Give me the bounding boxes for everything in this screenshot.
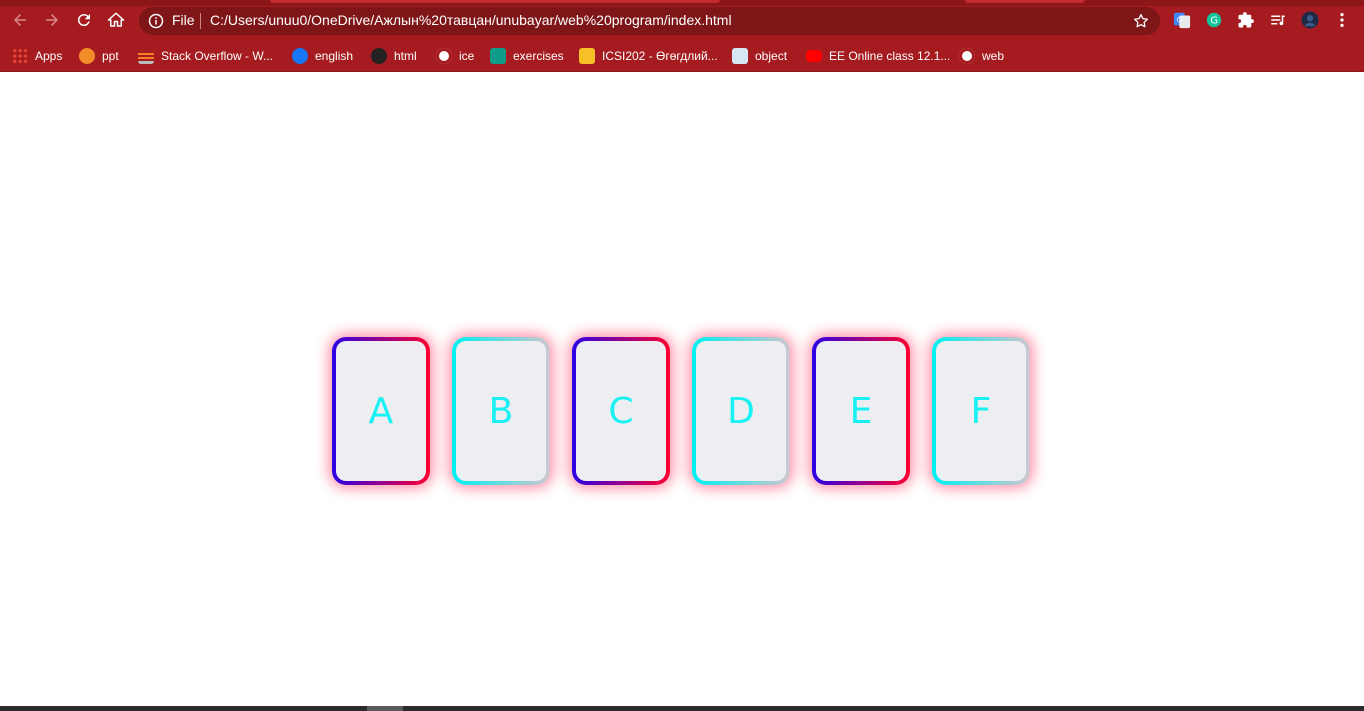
taskbar-item[interactable] xyxy=(367,706,403,711)
ppt-icon xyxy=(79,48,95,64)
bookmark-icsi202[interactable]: ICSI202 - Өгөгдлий... xyxy=(579,45,718,67)
card-letter: E xyxy=(849,390,873,432)
card-e[interactable]: E xyxy=(812,337,910,485)
arrow-left-icon xyxy=(14,14,26,26)
bookmark-html[interactable]: html xyxy=(371,45,417,67)
classroom-icon xyxy=(579,48,595,64)
bookmark-stack-overflow[interactable]: Stack Overflow - W... xyxy=(138,45,273,67)
grammarly-extension-icon[interactable]: G xyxy=(1204,10,1224,30)
bookmark-web[interactable]: web xyxy=(959,45,1004,67)
scheme-label: File xyxy=(172,12,195,28)
bookmark-label: ice xyxy=(459,49,475,63)
bookmark-label: object xyxy=(755,49,788,63)
translate-extension-icon[interactable]: G xyxy=(1172,10,1192,30)
bookmark-label: EE Online class 12.1... xyxy=(829,49,951,63)
card-a[interactable]: A xyxy=(332,337,430,485)
exercises-icon xyxy=(490,48,506,64)
card-letter: B xyxy=(488,390,514,432)
bookmark-label: ppt xyxy=(102,49,119,63)
reload-icon xyxy=(77,14,90,27)
bookmark-english[interactable]: english xyxy=(292,45,353,67)
bookmark-label: Apps xyxy=(35,49,63,63)
bookmark-label: exercises xyxy=(513,49,564,63)
bookmarks-bar: Apps ppt Stack Overflow - W... english h… xyxy=(0,40,1364,72)
tab-strip xyxy=(0,0,1364,6)
reading-list-icon[interactable] xyxy=(1268,10,1288,30)
card-letter: D xyxy=(727,390,755,432)
home-button[interactable] xyxy=(104,8,128,32)
back-button[interactable] xyxy=(8,8,32,32)
card-b[interactable]: B xyxy=(452,337,550,485)
bookmark-label: english xyxy=(315,49,354,63)
address-bar[interactable]: File C:/Users/unuu0/OneDrive/Ажлын%20тав… xyxy=(139,7,1160,35)
html-icon xyxy=(371,48,387,64)
svg-text:G: G xyxy=(1177,15,1183,24)
object-icon xyxy=(732,48,748,64)
reload-button[interactable] xyxy=(72,8,96,32)
tab-edge[interactable] xyxy=(965,0,1085,3)
bookmark-apps[interactable]: Apps xyxy=(12,45,62,67)
stackoverflow-icon xyxy=(138,48,154,64)
menu-kebab-icon[interactable] xyxy=(1332,10,1352,30)
youtube-icon xyxy=(806,50,822,62)
github-icon xyxy=(959,48,975,64)
bookmark-label: ICSI202 - Өгөгдлий... xyxy=(602,49,718,63)
profile-avatar-icon[interactable] xyxy=(1300,10,1320,30)
bookmark-exercises[interactable]: exercises xyxy=(490,45,564,67)
svg-text:G: G xyxy=(1210,16,1218,27)
bookmark-label: web xyxy=(982,49,1005,63)
browser-toolbar: File C:/Users/unuu0/OneDrive/Ажлын%20тав… xyxy=(0,0,1364,40)
active-tab-edge[interactable] xyxy=(270,0,720,3)
info-icon[interactable] xyxy=(148,13,164,29)
page-content: A B C D E F xyxy=(0,72,1364,706)
bookmark-ice[interactable]: ice xyxy=(436,45,474,67)
taskbar-edge xyxy=(0,706,1364,711)
card-letter: C xyxy=(608,390,634,432)
url-text[interactable]: C:/Users/unuu0/OneDrive/Ажлын%20тавцан/u… xyxy=(210,12,732,28)
arrow-right-icon xyxy=(46,14,58,26)
bookmark-ee-online-class[interactable]: EE Online class 12.1... xyxy=(806,45,950,67)
bookmark-ppt[interactable]: ppt xyxy=(79,45,119,67)
card-c[interactable]: C xyxy=(572,337,670,485)
apps-grid-icon xyxy=(12,48,28,64)
bookmark-object[interactable]: object xyxy=(732,45,787,67)
bookmark-label: html xyxy=(394,49,417,63)
card-d[interactable]: D xyxy=(692,337,790,485)
github-icon xyxy=(436,48,452,64)
card-f[interactable]: F xyxy=(932,337,1030,485)
bookmark-star-icon[interactable] xyxy=(1132,12,1150,30)
facebook-icon xyxy=(292,48,308,64)
home-icon xyxy=(107,12,125,27)
card-letter: A xyxy=(368,390,394,432)
bookmark-label: Stack Overflow - W... xyxy=(161,49,274,63)
extensions-puzzle-icon[interactable] xyxy=(1236,10,1256,30)
address-divider xyxy=(200,13,201,29)
card-letter: F xyxy=(970,390,992,432)
forward-button[interactable] xyxy=(40,8,64,32)
